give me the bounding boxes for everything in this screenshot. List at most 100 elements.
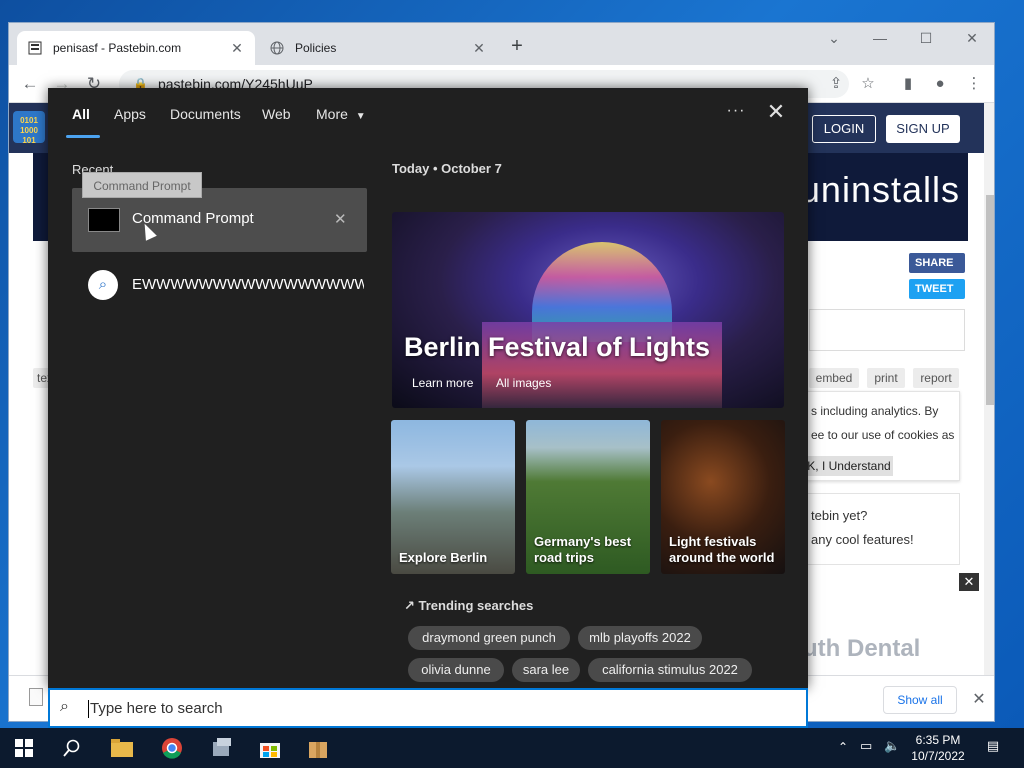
maximize-button[interactable]: ☐ [903, 27, 949, 49]
recent-item-search[interactable]: ⌕ EWWWWWWWWWWWWWWWWW... [72, 264, 367, 306]
facebook-share-button[interactable]: SHARE [909, 253, 965, 273]
search-placeholder: Type here to search [90, 700, 223, 717]
trending-label: Trending searches [418, 598, 534, 613]
volume-icon[interactable]: 🔈 [884, 738, 900, 754]
tab-search-icon[interactable]: ⌄ [811, 27, 857, 49]
cmd-icon [88, 208, 120, 232]
hero-title: Berlin Festival of Lights [404, 332, 711, 362]
clock-time: 6:35 PM [915, 733, 961, 747]
tab-policies[interactable]: Policies ✕ [259, 31, 497, 65]
search-icon: ⌕ [60, 698, 69, 715]
clock[interactable]: 6:35 PM 10/7/2022 [906, 732, 970, 764]
today-date: October 7 [441, 161, 502, 176]
cookie-accept-button[interactable]: K, I Understand [805, 456, 893, 476]
tab-title: Policies [295, 41, 337, 55]
tab-title: penisasf - Pastebin.com [53, 41, 182, 55]
pastebin-logo[interactable]: 0101 1000 101 [13, 111, 45, 145]
signup-button[interactable]: SIGN UP [886, 115, 960, 143]
taskbar: ⌃ ▭ 🔈 6:35 PM 10/7/2022 ▤ [0, 728, 1024, 768]
tab-close-icon[interactable]: ✕ [229, 40, 245, 57]
separator-dot: • [432, 161, 442, 176]
card-label: Explore Berlin [399, 550, 488, 565]
tool-report[interactable]: report [913, 368, 959, 388]
tab-close-icon[interactable]: ✕ [471, 40, 487, 57]
file-icon[interactable] [29, 688, 43, 706]
chevron-down-icon: ▼ [355, 111, 366, 122]
cookie-text-1: s including analytics. By [811, 404, 939, 418]
promo-text-1: tebin yet? [811, 508, 868, 523]
tooltip: Command Prompt [82, 172, 202, 198]
search-tab-web[interactable]: Web [262, 106, 291, 122]
trending-heading: ↗ Trending searches [404, 598, 533, 614]
windows-search-panel: All Apps Documents Web More ▼ ··· ✕ Rece… [48, 88, 808, 688]
tab-pastebin[interactable]: penisasf - Pastebin.com ✕ [17, 31, 255, 65]
menu-icon[interactable]: ⋮ [963, 73, 985, 95]
search-tab-apps[interactable]: Apps [114, 106, 146, 122]
minimize-button[interactable]: — [857, 27, 903, 49]
active-tab-indicator [66, 135, 100, 138]
start-icon[interactable] [0, 728, 48, 768]
cookie-notice: s including analytics. By ee to our use … [804, 391, 960, 481]
search-tab-all[interactable]: All [72, 106, 90, 122]
trending-chip[interactable]: sara lee [512, 658, 580, 682]
trending-chip[interactable]: draymond green punch [408, 626, 570, 650]
share-icon[interactable]: ⇪ [825, 73, 847, 95]
card-road-trips[interactable]: Germany's best road trips [526, 420, 650, 574]
more-label: More [316, 106, 348, 122]
pastebin-icon [27, 40, 43, 56]
store-icon[interactable] [246, 728, 294, 768]
trending-chip[interactable]: olivia dunne [408, 658, 504, 682]
tool-embed[interactable]: embed [809, 368, 859, 388]
search-tab-documents[interactable]: Documents [170, 106, 241, 122]
paste-info-box [809, 309, 965, 351]
side-panel-icon[interactable]: ▮ [897, 73, 919, 95]
profile-avatar-icon[interactable]: ● [929, 73, 951, 95]
more-options-icon[interactable]: ··· [724, 102, 748, 122]
trending-chip[interactable]: california stimulus 2022 [588, 658, 752, 682]
tab-strip: penisasf - Pastebin.com ✕ Policies ✕ + ⌄… [9, 23, 994, 65]
globe-icon [269, 40, 285, 56]
learn-more-link[interactable]: Learn more [412, 376, 473, 390]
tool-print[interactable]: print [867, 368, 905, 388]
trending-chip[interactable]: mlb playoffs 2022 [578, 626, 702, 650]
close-window-button[interactable]: ✕ [949, 27, 994, 49]
server-manager-icon[interactable] [198, 728, 246, 768]
search-icon[interactable] [48, 728, 96, 768]
chrome-icon[interactable] [148, 728, 196, 768]
taskbar-search-box[interactable]: ⌕ Type here to search [48, 688, 808, 728]
clock-date: 10/7/2022 [911, 749, 965, 763]
ad-close-icon[interactable]: ✕ [959, 573, 979, 591]
today-label: Today [392, 161, 430, 176]
search-tab-more[interactable]: More ▼ [316, 106, 366, 122]
all-images-link[interactable]: All images [496, 376, 551, 390]
show-all-button[interactable]: Show all [883, 686, 957, 714]
network-icon[interactable]: ▭ [860, 738, 872, 754]
banner-text: uninstalls [799, 169, 960, 210]
card-label: Light festivals around the world [669, 534, 775, 565]
scrollbar-thumb[interactable] [986, 195, 994, 405]
remove-icon[interactable]: ✕ [334, 210, 347, 228]
back-button[interactable]: ← [17, 71, 43, 97]
twitter-tweet-button[interactable]: TWEET [909, 279, 965, 299]
promo-box: tebin yet? any cool features! [804, 493, 960, 565]
cookie-text-2: ee to our use of cookies as [811, 428, 955, 442]
bookmark-star-icon[interactable]: ☆ [857, 73, 879, 95]
search-icon: ⌕ [88, 270, 118, 300]
downloads-close-icon[interactable]: ✕ [969, 688, 989, 712]
card-label: Germany's best road trips [534, 534, 632, 565]
trending-icon: ↗ [404, 598, 419, 613]
package-icon[interactable] [294, 728, 342, 768]
notification-icon[interactable]: ▤ [982, 738, 1004, 758]
text-caret [88, 700, 89, 718]
today-heading: Today • October 7 [392, 161, 502, 176]
new-tab-button[interactable]: + [507, 35, 527, 57]
file-explorer-icon[interactable] [98, 728, 146, 768]
login-button[interactable]: LOGIN [812, 115, 876, 143]
card-explore-berlin[interactable]: Explore Berlin [391, 420, 515, 574]
ad-text: uth Dental [803, 635, 921, 662]
chevron-up-icon[interactable]: ⌃ [838, 740, 848, 754]
close-icon[interactable]: ✕ [764, 100, 788, 124]
hero-card[interactable]: Berlin Festival of Lights Learn more All… [392, 212, 784, 408]
card-light-festivals[interactable]: Light festivals around the world [661, 420, 785, 574]
promo-text-2: any cool features! [811, 532, 914, 547]
